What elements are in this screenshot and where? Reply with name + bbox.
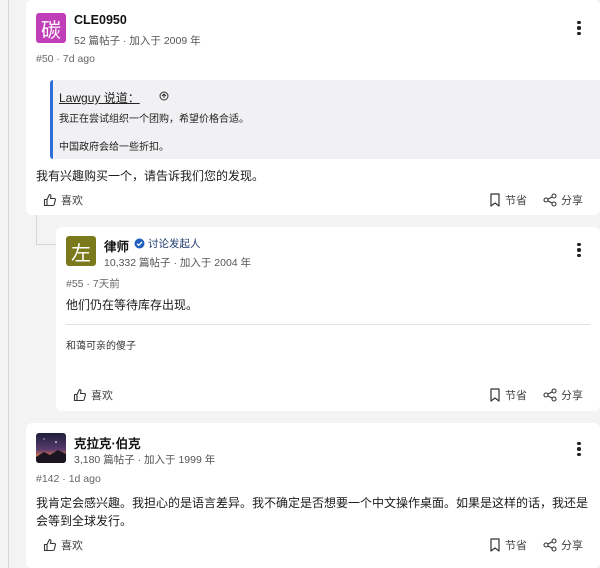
share-button[interactable]: 分享 [543,537,583,553]
share-icon [543,193,557,207]
username[interactable]: CLE0950 [74,13,127,27]
quote-line: 中国政府会给一些折扣。 [59,142,169,153]
post-body: 我有兴趣购买一个，请告诉我们您的发现。 [36,169,265,183]
bookmark-label: 节省 [505,195,527,207]
post-number[interactable]: #142 · 1d ago [36,473,101,485]
share-label: 分享 [561,390,583,402]
verified-badge-icon [134,238,145,249]
post-number[interactable]: #55 · 7天前 [66,276,120,291]
thread-connector [36,244,56,245]
share-icon [543,388,557,402]
user-meta: 10,332 篇帖子 · 加入于 2004 年 [104,257,252,269]
post-card: 克拉克·伯克 3,180 篇帖子 · 加入于 1999 年 #142 · 1d … [26,423,600,568]
like-label: 喜欢 [61,195,83,207]
signature-divider [66,324,590,325]
avatar[interactable]: 左 [66,236,96,266]
post-body: 他们仍在等待库存出现。 [66,298,199,312]
thread-line-nested [36,215,37,245]
share-label: 分享 [561,540,583,552]
badge-label: 讨论发起人 [148,238,201,250]
original-poster-badge: 讨论发起人 [134,236,201,251]
quote-block: Lawguy 说道： 我正在尝试组织一个团购，希望价格合适。 中国政府会给一些折… [50,80,600,159]
quote-line: 我正在尝试组织一个团购，希望价格合适。 [59,114,249,125]
quote-author[interactable]: Lawguy 说道： [59,89,140,106]
post-card: 左 律师 讨论发起人 10,332 篇帖子 · 加入于 2004 年 #55 ·… [56,227,600,411]
share-label: 分享 [561,195,583,207]
bookmark-icon [490,193,500,207]
post-body-line: 我肯定会感兴趣。我担心的是语言差异。我不确定是否想要一个中文操作桌面。如果是这样… [36,496,589,510]
like-button[interactable]: 喜欢 [73,387,113,403]
thread-line-left [8,0,9,568]
thumbs-up-icon [43,193,56,207]
post-menu-button[interactable] [572,241,586,259]
bookmark-label: 节省 [505,540,527,552]
like-button[interactable]: 喜欢 [43,192,83,208]
avatar[interactable]: 碳 [36,13,66,43]
bookmark-icon [490,388,500,402]
avatar[interactable] [36,433,66,463]
avatar-glyph: 碳 [41,17,61,42]
bookmark-button[interactable]: 节省 [489,387,527,403]
like-label: 喜欢 [91,390,113,402]
post-menu-button[interactable] [572,19,586,37]
post-menu-button[interactable] [572,440,586,458]
username[interactable]: 克拉克·伯克 [74,433,141,452]
user-meta: 3,180 篇帖子 · 加入于 1999 年 [74,454,216,466]
post-card: 碳 CLE0950 52 篇帖子 · 加入于 2009 年 #50 · 7d a… [26,0,600,215]
thumbs-up-icon [73,388,86,402]
bookmark-icon [490,538,500,552]
post-body-line: 会等到全球发行。 [36,514,133,528]
bookmark-label: 节省 [505,390,527,402]
bookmark-button[interactable]: 节省 [489,192,527,208]
username[interactable]: 律师 [104,236,129,255]
share-button[interactable]: 分享 [543,387,583,403]
post-number[interactable]: #50 · 7d ago [36,53,95,65]
avatar-glyph: 左 [71,240,91,265]
avatar-image [36,433,66,463]
like-button[interactable]: 喜欢 [43,537,83,553]
quote-expand-icon[interactable] [159,91,169,101]
bookmark-button[interactable]: 节省 [489,537,527,553]
thumbs-up-icon [43,538,56,552]
user-meta: 52 篇帖子 · 加入于 2009 年 [74,35,201,47]
signature: 和蔼可亲的傻子 [66,341,136,352]
share-icon [543,538,557,552]
like-label: 喜欢 [61,540,83,552]
share-button[interactable]: 分享 [543,192,583,208]
